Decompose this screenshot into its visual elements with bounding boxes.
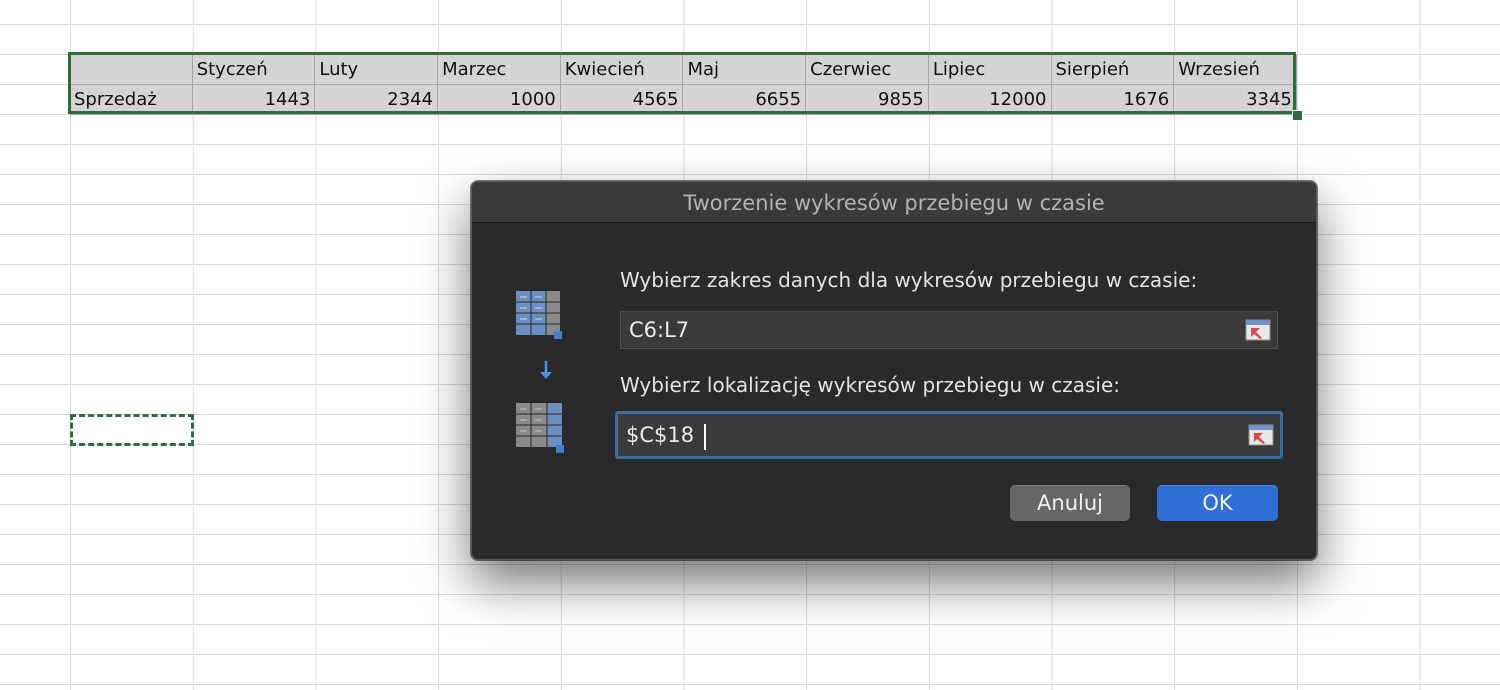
data-range-input[interactable] (621, 312, 1231, 348)
cancel-button[interactable]: Anuluj (1010, 485, 1130, 521)
header-cell[interactable]: Luty (315, 55, 439, 85)
header-cell[interactable] (70, 55, 193, 85)
value-cell[interactable]: 3345 (1174, 85, 1297, 115)
value-cell[interactable]: 1000 (438, 85, 561, 115)
text-caret (704, 424, 706, 450)
data-row: Sprzedaż 1443 2344 1000 4565 6655 9855 1… (70, 85, 1297, 115)
value-cell[interactable]: 9855 (806, 85, 929, 115)
arrow-down-icon (540, 361, 552, 379)
dialog-title[interactable]: Tworzenie wykresów przebiegu w czasie (472, 182, 1316, 223)
value-cell[interactable]: 4565 (560, 85, 684, 115)
value-cell[interactable]: 1676 (1051, 85, 1175, 115)
row-label-cell[interactable]: Sprzedaż (70, 85, 193, 115)
collapse-dialog-icon[interactable] (1248, 424, 1274, 446)
header-cell[interactable]: Maj (683, 55, 807, 85)
header-cell[interactable]: Czerwiec (806, 55, 929, 85)
header-cell[interactable]: Kwiecień (560, 55, 684, 85)
value-cell[interactable]: 1443 (192, 85, 316, 115)
header-cell[interactable]: Sierpień (1051, 55, 1175, 85)
header-cell[interactable]: Marzec (438, 55, 561, 85)
value-cell[interactable]: 6655 (683, 85, 807, 115)
fill-handle[interactable] (1292, 110, 1303, 121)
table-location-icon (516, 403, 564, 453)
header-cell[interactable]: Wrzesień (1174, 55, 1297, 85)
value-cell[interactable]: 12000 (928, 85, 1052, 115)
marching-ants-target-cell[interactable] (70, 414, 194, 446)
data-range-label: Wybierz zakres danych dla wykresów przeb… (620, 268, 1198, 292)
location-label: Wybierz lokalizację wykresów przebiegu w… (620, 373, 1120, 397)
collapse-dialog-icon[interactable] (1245, 319, 1271, 341)
table-range-icon (516, 291, 562, 339)
header-row: Styczeń Luty Marzec Kwiecień Maj Czerwie… (70, 55, 1297, 85)
sparklines-dialog: Tworzenie wykresów przebiegu w czasie Wy… (471, 181, 1317, 560)
location-field[interactable] (615, 411, 1283, 459)
data-range-field[interactable] (620, 311, 1278, 349)
header-cell[interactable]: Lipiec (928, 55, 1052, 85)
value-cell[interactable]: 2344 (315, 85, 439, 115)
ok-button[interactable]: OK (1157, 485, 1278, 521)
header-cell[interactable]: Styczeń (192, 55, 316, 85)
location-input[interactable] (618, 414, 1228, 456)
